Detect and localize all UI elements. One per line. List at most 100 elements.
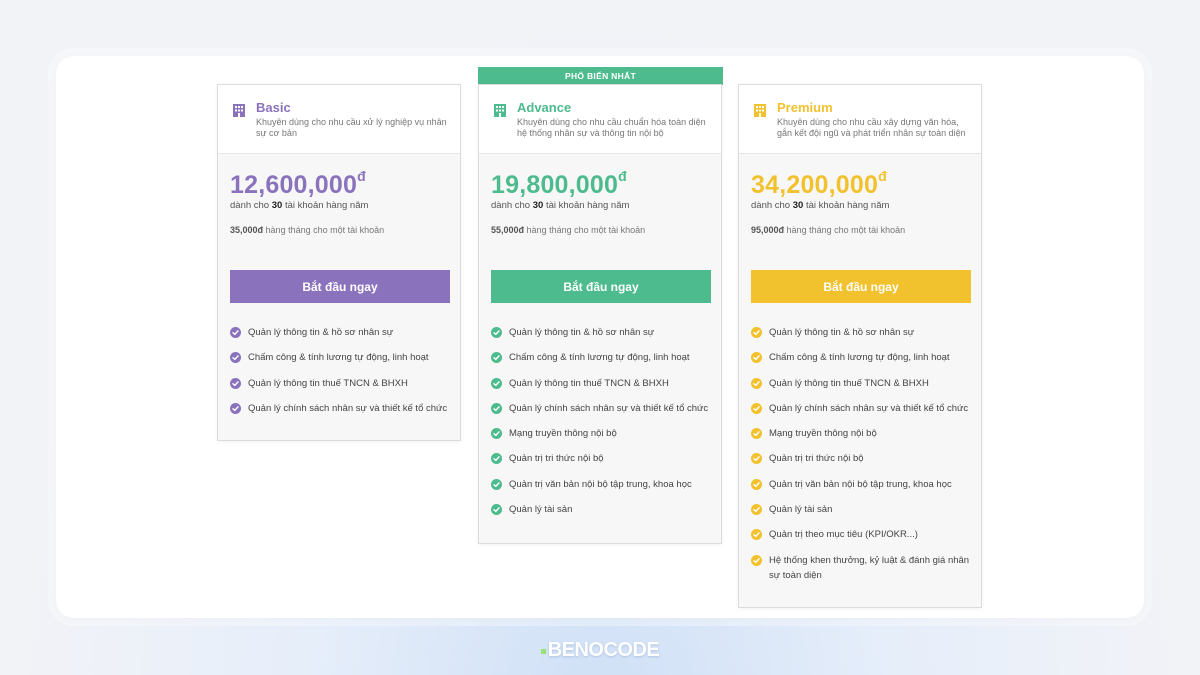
feature-item: Chấm công & tính lương tự động, linh hoạ… xyxy=(230,350,456,365)
accounts-prefix: dành cho xyxy=(230,200,270,211)
monthly-text: hàng tháng cho một tài khoản xyxy=(786,225,906,235)
feature-text: Mạng truyền thông nội bộ xyxy=(769,428,877,440)
feature-text: Quản lý thông tin & hồ sơ nhân sự xyxy=(769,327,915,338)
feature-item: Quản lý chính sách nhân sự và thiết kế t… xyxy=(751,401,977,416)
plan-card-basic: Basic Khuyên dùng cho nhu cầu xử lý nghiệ… xyxy=(217,84,461,441)
accounts-suffix: tài khoản hàng năm xyxy=(545,200,630,211)
feature-item: Quản lý thông tin & hồ sơ nhân sự xyxy=(230,325,456,340)
check-circle-icon xyxy=(491,352,502,364)
feature-item: Quản lý tài sản xyxy=(751,502,977,517)
monthly-text: hàng tháng cho một tài khoản xyxy=(526,225,646,235)
feature-text: Chấm công & tính lương tự động, linh hoạ… xyxy=(248,352,429,364)
check-circle-icon xyxy=(491,504,502,516)
monthly-price-note: 55,000đ hàng tháng cho một tài khoản xyxy=(491,225,645,235)
feature-text: Quản lý chính sách nhân sự và thiết kế t… xyxy=(509,402,709,414)
start-now-button[interactable]: Bắt đầu ngay xyxy=(491,270,711,303)
feature-item: Mạng truyền thông nội bộ xyxy=(751,426,977,441)
building-icon xyxy=(492,102,508,118)
monthly-price: 35,000đ xyxy=(230,225,264,235)
start-now-button[interactable]: Bắt đầu ngay xyxy=(230,270,450,303)
plan-name: Advance xyxy=(517,100,572,115)
check-circle-icon xyxy=(491,478,502,490)
feature-item: Chấm công & tính lương tự động, linh hoạ… xyxy=(751,350,977,365)
feature-text: Chấm công & tính lương tự động, linh hoạ… xyxy=(509,352,690,364)
plan-name: Premium xyxy=(777,100,833,115)
feature-text: Mạng truyền thông nội bộ xyxy=(509,428,617,440)
check-circle-icon xyxy=(751,377,762,389)
feature-text: Hệ thống khen thưởng, kỷ luật & đánh giá… xyxy=(769,554,970,581)
feature-text: Quản trị tri thức nội bộ xyxy=(509,453,604,465)
price-currency: đ xyxy=(357,168,366,184)
check-circle-icon xyxy=(751,554,762,566)
check-circle-icon xyxy=(230,377,241,389)
plan-name: Basic xyxy=(256,100,291,115)
feature-item: Quản lý thông tin thuế TNCN & BHXH xyxy=(491,376,717,391)
check-circle-icon xyxy=(751,529,762,541)
monthly-text: hàng tháng cho một tài khoản xyxy=(265,225,385,235)
feature-item: Quản lý tài sản xyxy=(491,502,717,517)
feature-item: Quản lý chính sách nhân sự và thiết kế t… xyxy=(491,401,717,416)
check-circle-icon xyxy=(230,402,241,414)
feature-item: Hệ thống khen thưởng, kỷ luật & đánh giá… xyxy=(751,553,977,583)
feature-item: Quản lý thông tin thuế TNCN & BHXH xyxy=(230,376,456,391)
feature-text: Chấm công & tính lương tự động, linh hoạ… xyxy=(769,352,950,364)
building-icon xyxy=(752,102,768,118)
accounts-suffix: tài khoản hàng năm xyxy=(284,200,369,211)
feature-item: Quản trị tri thức nội bộ xyxy=(751,451,977,466)
monthly-price: 55,000đ xyxy=(491,225,525,235)
plan-card-premium: Premium Khuyên dùng cho nhu cầu xây dựng … xyxy=(738,84,982,608)
feature-item: Quản trị tri thức nội bộ xyxy=(491,451,717,466)
plan-description: Khuyên dùng cho nhu cầu xây dựng văn hóa… xyxy=(777,117,966,138)
feature-text: Quản lý chính sách nhân sự và thiết kế t… xyxy=(769,402,969,414)
feature-item: Quản lý thông tin & hồ sơ nhân sự xyxy=(751,325,977,340)
price-currency: đ xyxy=(878,168,887,184)
feature-list: Quản lý thông tin & hồ sơ nhân sự Chấm cô… xyxy=(491,325,717,527)
check-circle-icon xyxy=(751,478,762,490)
plan-card-advance: Advance Khuyên dùng cho nhu cầu chuẩn hóa… xyxy=(478,84,722,544)
price-amount: 34,200,000 xyxy=(751,171,879,199)
popular-badge: PHỔ BIẾN NHẤT xyxy=(478,67,723,85)
feature-text: Quản trị tri thức nội bộ xyxy=(769,453,864,465)
price-currency: đ xyxy=(618,168,627,184)
feature-item: Quản lý thông tin thuế TNCN & BHXH xyxy=(751,376,977,391)
plan-description: Khuyên dùng cho nhu cầu chuẩn hóa toàn d… xyxy=(517,117,706,138)
monthly-price: 95,000đ xyxy=(751,225,785,235)
plan-price: 34,200,000đ xyxy=(751,168,887,200)
feature-item: Quản trị theo mục tiêu (KPI/OKR...) xyxy=(751,527,977,542)
price-amount: 12,600,000 xyxy=(230,171,358,199)
accounts-note: dành cho 30 tài khoản hàng năm xyxy=(491,200,629,211)
feature-text: Quản lý tài sản xyxy=(769,504,833,516)
brand-mark-icon xyxy=(540,649,546,654)
monthly-price-note: 95,000đ hàng tháng cho một tài khoản xyxy=(751,225,905,235)
brand-logo: BENOCODE xyxy=(0,639,1200,662)
check-circle-icon xyxy=(751,453,762,465)
feature-item: Quản trị văn bản nội bộ tập trung, khoa … xyxy=(751,477,977,492)
accounts-prefix: dành cho xyxy=(491,200,531,211)
check-circle-icon xyxy=(751,504,762,516)
plan-price: 19,800,000đ xyxy=(491,168,627,200)
start-now-button[interactable]: Bắt đầu ngay xyxy=(751,270,971,303)
accounts-count: 30 xyxy=(271,200,283,211)
feature-text: Quản lý thông tin thuế TNCN & BHXH xyxy=(769,377,929,389)
feature-text: Quản lý thông tin & hồ sơ nhân sự xyxy=(509,327,655,338)
plan-card-header: Premium Khuyên dùng cho nhu cầu xây dựng … xyxy=(739,85,981,154)
feature-text: Quản lý chính sách nhân sự và thiết kế t… xyxy=(248,402,448,414)
check-circle-icon xyxy=(491,428,502,440)
building-icon xyxy=(231,102,247,118)
check-circle-icon xyxy=(751,327,762,338)
plan-card-header: Advance Khuyên dùng cho nhu cầu chuẩn hóa… xyxy=(479,85,721,154)
feature-item: Quản lý chính sách nhân sự và thiết kế t… xyxy=(230,401,456,416)
feature-text: Quản lý thông tin & hồ sơ nhân sự xyxy=(248,327,394,338)
accounts-count: 30 xyxy=(532,200,544,211)
feature-text: Quản lý thông tin thuế TNCN & BHXH xyxy=(509,377,669,389)
accounts-prefix: dành cho xyxy=(751,200,791,211)
feature-text: Quản trị theo mục tiêu (KPI/OKR...) xyxy=(769,529,918,541)
feature-item: Quản trị văn bản nội bộ tập trung, khoa … xyxy=(491,477,717,492)
monthly-price-note: 35,000đ hàng tháng cho một tài khoản xyxy=(230,225,384,235)
feature-text: Quản lý tài sản xyxy=(509,504,573,516)
check-circle-icon xyxy=(751,428,762,440)
feature-item: Quản lý thông tin & hồ sơ nhân sự xyxy=(491,325,717,340)
accounts-note: dành cho 30 tài khoản hàng năm xyxy=(751,200,889,211)
feature-item: Chấm công & tính lương tự động, linh hoạ… xyxy=(491,350,717,365)
feature-list: Quản lý thông tin & hồ sơ nhân sự Chấm cô… xyxy=(751,325,977,593)
